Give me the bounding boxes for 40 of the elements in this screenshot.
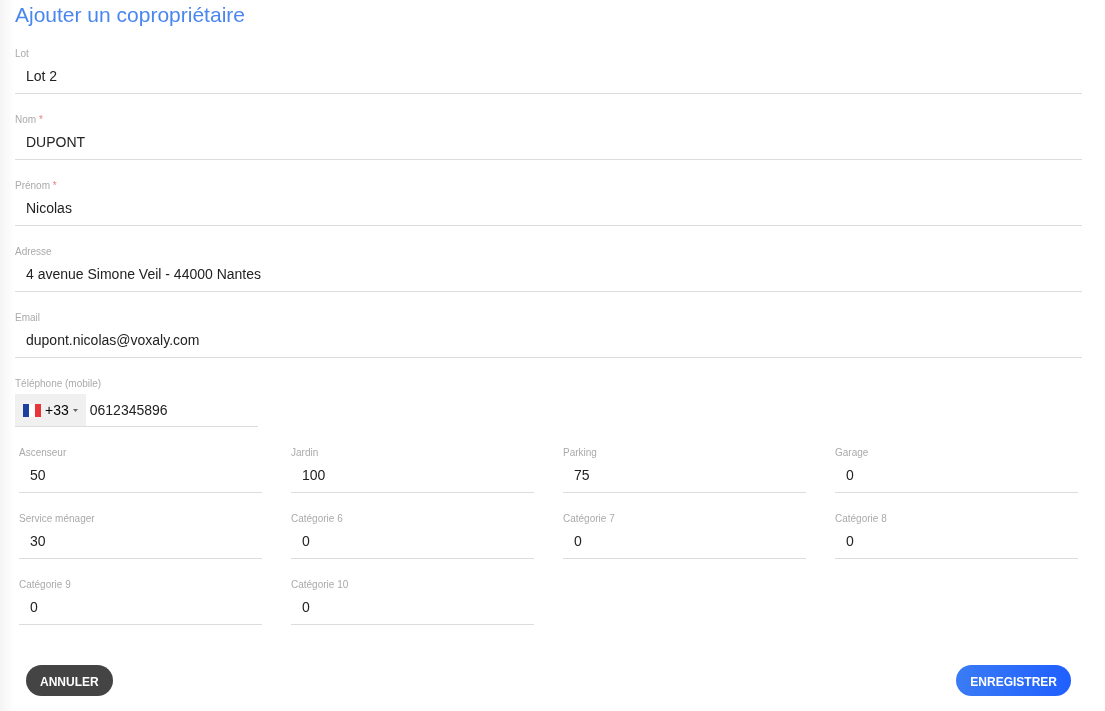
flag-icon [23, 403, 41, 417]
input-field[interactable]: 0 [563, 525, 806, 558]
input-field[interactable]: 75 [563, 459, 806, 492]
field-label: Nom * [15, 114, 43, 126]
field-label: Service ménager [19, 513, 95, 525]
required-asterisk: * [38, 114, 43, 125]
input-field[interactable]: 0 [835, 459, 1078, 492]
input-field[interactable]: 0 [291, 525, 534, 558]
field-label: Catégorie 7 [563, 513, 615, 525]
field-label: Catégorie 9 [19, 579, 71, 591]
input-field[interactable]: dupont.nicolas@voxaly.com [15, 324, 1082, 357]
field-label: Catégorie 8 [835, 513, 887, 525]
input-field[interactable]: 100 [291, 459, 534, 492]
field-label: Catégorie 6 [291, 513, 343, 525]
field-label: Catégorie 10 [291, 579, 349, 591]
caret-icon [72, 408, 78, 412]
required-asterisk: * [52, 180, 57, 191]
field-label: Garage [835, 447, 869, 459]
input-field[interactable]: Lot 2 [15, 60, 1082, 93]
input-field[interactable]: Nicolas [15, 192, 1082, 225]
field-label: Prénom * [15, 180, 57, 192]
field-label: Adresse [15, 246, 52, 258]
field-label: Email [15, 312, 40, 324]
save-button[interactable]: ENREGISTRER [956, 665, 1071, 696]
page-title: Ajouter un copropriétaire [15, 2, 246, 28]
field-label: Lot [15, 48, 29, 60]
input-field[interactable]: DUPONT [15, 126, 1082, 159]
input-field[interactable]: 0 [835, 525, 1078, 558]
phone-input[interactable]: 0612345896 [85, 394, 258, 426]
cancel-button[interactable]: ANNULER [26, 665, 113, 696]
input-field[interactable]: 0 [19, 591, 262, 624]
country-code-selector[interactable]: +33 [15, 394, 86, 426]
input-field[interactable]: 4 avenue Simone Veil - 44000 Nantes [15, 258, 1082, 291]
input-field[interactable]: 50 [19, 459, 262, 492]
field-label: Téléphone (mobile) [15, 378, 102, 390]
field-label: Ascenseur [19, 447, 67, 459]
field-label: Parking [563, 447, 597, 459]
input-field[interactable]: 0 [291, 591, 534, 624]
field-label: Jardin [291, 447, 319, 459]
input-field[interactable]: 30 [19, 525, 262, 558]
